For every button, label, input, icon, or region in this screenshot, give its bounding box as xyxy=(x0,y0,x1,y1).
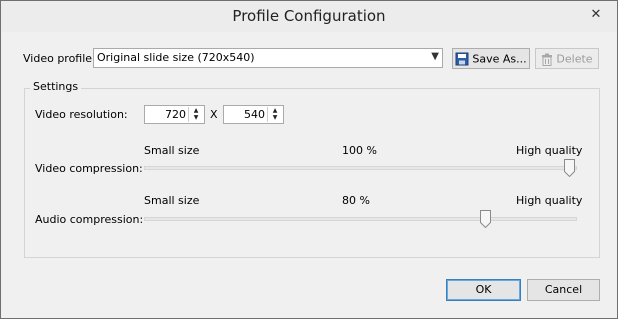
video-compression-value: 100 % xyxy=(342,144,377,157)
settings-group-title: Settings xyxy=(30,80,82,93)
resolution-width-stepper[interactable]: 720 ▲ ▼ xyxy=(144,105,205,124)
cancel-label: Cancel xyxy=(544,283,583,296)
title-bar: Profile Configuration ✕ xyxy=(1,1,617,32)
resolution-height-stepper[interactable]: 540 ▲ ▼ xyxy=(223,105,284,124)
resolution-width-value: 720 xyxy=(165,108,186,121)
ok-label: OK xyxy=(475,283,492,296)
resolution-separator: X xyxy=(210,108,218,121)
trash-icon xyxy=(542,53,553,66)
video-profile-value: Original slide size (720x540) xyxy=(97,51,255,64)
window-title: Profile Configuration xyxy=(232,7,386,25)
video-compression-label: Video compression: xyxy=(35,162,143,175)
delete-button[interactable]: Delete xyxy=(535,48,599,69)
save-as-label: Save As... xyxy=(472,52,527,66)
audio-compression-value: 80 % xyxy=(342,194,370,207)
audio-compression-slider-thumb[interactable] xyxy=(479,210,491,228)
spin-arrows-icon[interactable]: ▲ ▼ xyxy=(267,107,282,122)
close-button[interactable]: ✕ xyxy=(583,4,609,26)
audio-compression-slider-track[interactable] xyxy=(144,217,577,221)
video-resolution-label: Video resolution: xyxy=(35,108,128,121)
video-profile-label: Video profile: xyxy=(23,52,96,65)
ok-button[interactable]: OK xyxy=(446,279,521,301)
close-icon: ✕ xyxy=(590,7,602,22)
delete-label: Delete xyxy=(556,52,593,66)
audio-compression-min-label: Small size xyxy=(144,194,200,207)
chevron-down-icon: ▼ xyxy=(431,51,439,62)
floppy-disk-icon xyxy=(455,52,469,66)
video-profile-select[interactable]: Original slide size (720x540) ▼ xyxy=(93,48,443,68)
video-compression-slider-track[interactable] xyxy=(144,166,577,170)
audio-compression-max-label: High quality xyxy=(516,194,583,207)
save-as-button[interactable]: Save As... xyxy=(452,48,530,69)
video-compression-min-label: Small size xyxy=(144,144,200,157)
spin-arrows-icon[interactable]: ▲ ▼ xyxy=(188,107,203,122)
profile-configuration-dialog: Profile Configuration ✕ Video profile: O… xyxy=(0,0,618,319)
video-compression-max-label: High quality xyxy=(516,144,583,157)
resolution-height-value: 540 xyxy=(244,108,265,121)
cancel-button[interactable]: Cancel xyxy=(527,279,600,301)
audio-compression-label: Audio compression: xyxy=(35,213,144,226)
video-compression-slider-thumb[interactable] xyxy=(564,159,575,177)
